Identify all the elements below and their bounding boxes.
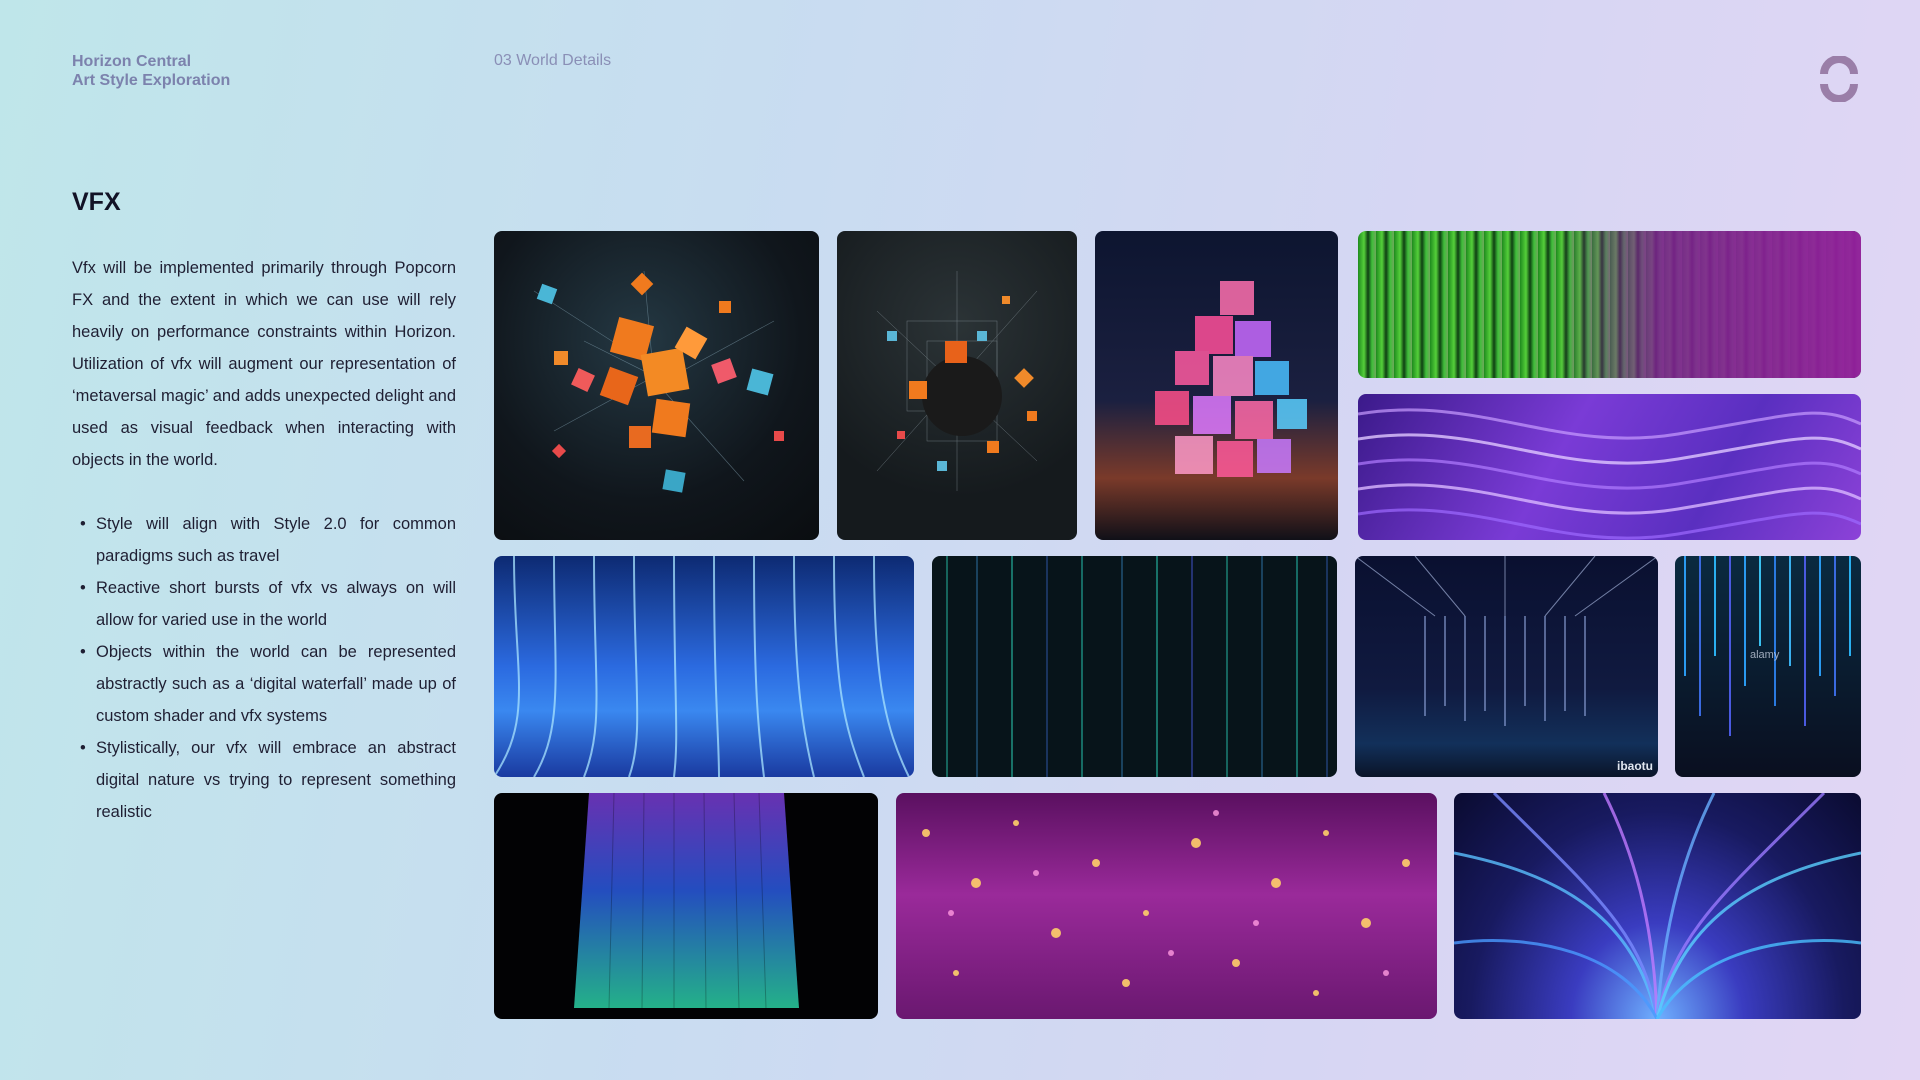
watermark-ibaotu: ibaotu	[1617, 759, 1653, 773]
bullet-dot: •	[80, 643, 86, 661]
list-item-text: Objects within the world can be represen…	[96, 643, 456, 725]
vfx-image-green-purple-streaks	[1358, 231, 1861, 378]
page-title: VFX	[72, 188, 121, 216]
bullet-dot: •	[80, 579, 86, 597]
vfx-image-blue-digital-waterfall	[494, 556, 914, 777]
list-item-text: Stylistically, our vfx will embrace an a…	[96, 739, 456, 821]
meta-loop-logo-icon	[1816, 55, 1862, 103]
vfx-image-orange-cubes	[494, 231, 819, 540]
list-item-text: Style will align with Style 2.0 for comm…	[96, 515, 456, 565]
list-item: • Stylistically, our vfx will embrace an …	[72, 732, 456, 828]
watermark-alamy: alamy	[1750, 649, 1780, 661]
project-title: Horizon Central Art Style Exploration	[72, 52, 230, 90]
bullet-dot: •	[80, 739, 86, 757]
vfx-image-orange-exploding-cubes	[837, 231, 1077, 540]
project-name: Horizon Central	[72, 53, 192, 70]
bullet-dot: •	[80, 515, 86, 533]
list-item: • Reactive short bursts of vfx vs always …	[72, 572, 456, 636]
intro-paragraph: Vfx will be implemented primarily throug…	[72, 259, 456, 469]
vfx-image-light-curtain: ibaotu	[1355, 556, 1658, 777]
section-label: 03 World Details	[494, 52, 612, 69]
vfx-image-blue-drips: alamy	[1675, 556, 1861, 777]
color-fade-overlay	[1358, 231, 1861, 378]
vfx-image-spectrum-waterfall	[494, 793, 878, 1019]
bullet-list: • Style will align with Style 2.0 for com…	[72, 508, 456, 828]
list-item: • Style will align with Style 2.0 for com…	[72, 508, 456, 572]
vfx-image-neon-cube-tower	[1095, 231, 1338, 540]
vfx-image-purple-waves	[1358, 394, 1861, 540]
vfx-image-magenta-sparkle-rain	[896, 793, 1437, 1019]
vfx-image-light-burst-tunnel	[1454, 793, 1861, 1019]
list-item-text: Reactive short bursts of vfx vs always o…	[96, 579, 456, 629]
list-item: • Objects within the world can be represe…	[72, 636, 456, 732]
vfx-image-teal-particle-rain	[932, 556, 1337, 777]
project-subtitle: Art Style Exploration	[72, 72, 231, 89]
